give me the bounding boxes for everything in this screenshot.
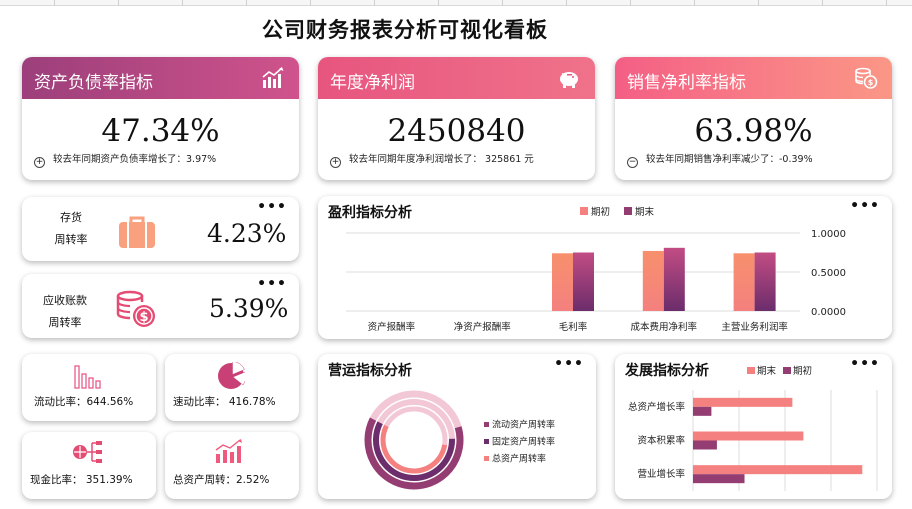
legend-label: 流动资产周转率 xyxy=(492,419,555,431)
plus-circle-icon: + xyxy=(330,157,341,168)
x-tick-label: 成本费用净利率 xyxy=(631,321,698,333)
y-tick-label: 营业增长率 xyxy=(637,468,685,480)
piggy-bank-icon xyxy=(560,72,578,88)
growth-chart-card[interactable]: 发展指标分析 ••• 总资产增长率 资本积累率 营业增长率 期末 期初 xyxy=(615,354,892,499)
kpi-title: 资产负债率指标 xyxy=(34,73,153,93)
kpi-header: 资产负债率指标 xyxy=(22,57,299,99)
bar-期末 xyxy=(663,247,685,311)
bar-期初 xyxy=(693,406,712,416)
ratio-label: 总资产周转：2.52% xyxy=(173,474,270,486)
legend-swatch xyxy=(783,367,791,374)
bar-期末 xyxy=(693,431,804,441)
x-tick-label: 主营业务利润率 xyxy=(721,321,788,333)
network-icon xyxy=(73,441,102,463)
ratio-card-quick[interactable]: 速动比率： 416.78% xyxy=(165,354,299,421)
operation-chart-card[interactable]: 营运指标分析 ••• 流动资产周转率 固定资产周转率 总资产周转率 xyxy=(318,354,596,499)
kpi-note: + 较去年同期资产负债率增长了：3.97% xyxy=(34,151,216,168)
legend-label: 期初 xyxy=(591,206,610,218)
kpi-title: 年度净利润 xyxy=(330,73,415,93)
kpi-note-text: 较去年同期年度净利润增长了： 325861 元 xyxy=(349,154,534,165)
legend-label: 固定资产周转率 xyxy=(492,436,555,448)
turnover-label: 存货 周转率 xyxy=(42,207,100,251)
kpi-header: 年度净利润 xyxy=(318,57,595,99)
turnover-card-receivable[interactable]: ••• 应收账款 周转率 $ 5.39% xyxy=(22,274,299,338)
svg-text:$: $ xyxy=(868,78,874,87)
legend-label: 期初 xyxy=(793,365,812,377)
more-options-button[interactable]: ••• xyxy=(257,199,287,215)
x-tick-label: 资产报酬率 xyxy=(368,321,416,333)
kpi-note-text: 较去年同期资产负债率增长了：3.97% xyxy=(53,154,217,165)
turnover-label-line1: 存货 xyxy=(60,211,82,224)
kpi-header: 销售净利率指标 $ xyxy=(615,57,892,99)
turnover-value: 5.39% xyxy=(209,294,289,323)
bar-期初 xyxy=(693,440,717,450)
legend-label: 期末 xyxy=(757,365,777,377)
y-tick-label: 总资产增长率 xyxy=(628,401,686,413)
turnover-label: 应收账款 周转率 xyxy=(30,290,100,334)
kpi-card-net-profit[interactable]: 年度净利润 2450840 + 较去年同期年度净利润增长了： 325861 元 xyxy=(318,57,595,180)
kpi-note-text: 较去年同期销售净利率减少了：-0.39% xyxy=(646,154,813,165)
y-tick-label: 0.5000 xyxy=(811,268,846,279)
ratio-label: 现金比率： 351.39% xyxy=(30,474,133,486)
bar-growth-icon xyxy=(215,439,242,463)
ratio-label: 流动比率：644.56% xyxy=(34,396,134,408)
kpi-card-net-margin[interactable]: 销售净利率指标 $ 63.98% − 较去年同期销售净利率减少了：-0.39% xyxy=(615,57,892,180)
coin-stack-icon: $ xyxy=(855,67,878,89)
kpi-value: 63.98% xyxy=(694,113,813,149)
minus-circle-icon: − xyxy=(627,157,638,168)
bar-outline-icon xyxy=(74,365,101,389)
bar-期末 xyxy=(693,465,863,475)
legend-swatch xyxy=(484,456,489,461)
y-tick-label: 资本积累率 xyxy=(637,435,685,447)
ratio-card-cash[interactable]: 现金比率： 351.39% xyxy=(22,432,156,499)
bar-期末 xyxy=(693,397,793,407)
legend-swatch xyxy=(484,422,489,427)
turnover-label-line2: 周转率 xyxy=(48,316,82,329)
more-options-button[interactable]: ••• xyxy=(257,276,287,292)
turnover-label-line1: 应收账款 xyxy=(43,294,87,307)
legend-swatch xyxy=(484,439,489,444)
turnover-card-inventory[interactable]: ••• 存货 周转率 4.23% xyxy=(22,197,299,261)
x-tick-label: 毛利率 xyxy=(559,321,588,333)
bar-期初 xyxy=(733,253,755,311)
kpi-note: − 较去年同期销售净利率减少了：-0.39% xyxy=(627,151,813,168)
bar-期初 xyxy=(552,253,573,311)
operation-donut-chart: 流动资产周转率固定资产周转率总资产周转率 xyxy=(364,390,555,490)
ratio-label: 速动比率： 416.78% xyxy=(173,396,276,408)
growth-bar-chart: 总资产增长率资本积累率营业增长率 期末 期初 xyxy=(628,365,878,491)
plus-circle-icon: + xyxy=(34,157,45,168)
pie-icon xyxy=(218,362,245,389)
legend-label: 总资产周转率 xyxy=(492,453,546,465)
kpi-note: + 较去年同期年度净利润增长了： 325861 元 xyxy=(330,151,534,168)
bar-期末 xyxy=(754,252,776,311)
legend-swatch xyxy=(624,207,632,215)
kpi-card-debt-ratio[interactable]: 资产负债率指标 47.34% + 较去年同期资产负债率增长了：3.97% xyxy=(22,57,299,180)
legend-label: 期末 xyxy=(635,206,655,218)
page-title: 公司财务报表分析可视化看板 xyxy=(262,18,548,42)
profit-bar-chart: 1.0000 0.5000 0.0000 资产报酬率 净资产报酬率 毛利率 成本费用净利率 主… xyxy=(346,206,846,333)
bar-期初 xyxy=(642,250,664,311)
legend-swatch xyxy=(580,207,588,215)
kpi-value: 47.34% xyxy=(101,113,220,149)
svg-text:$: $ xyxy=(139,310,148,325)
ratio-card-asset-turnover[interactable]: 总资产周转：2.52% xyxy=(165,432,299,499)
profit-chart-card[interactable]: 盈利指标分析 ••• 1.0000 0.5000 0.0000 资产报酬率 净资产报酬率… xyxy=(318,196,892,339)
coin-dollar-icon: $ xyxy=(116,290,155,327)
bar-chart-up-icon xyxy=(262,67,284,88)
spreadsheet-grid-strip xyxy=(0,0,912,6)
turnover-label-line2: 周转率 xyxy=(54,233,88,246)
y-tick-label: 0.0000 xyxy=(811,307,846,318)
ratio-card-current[interactable]: 流动比率：644.56% xyxy=(22,354,156,421)
kpi-title: 销售净利率指标 xyxy=(627,73,746,93)
donut-ring-2 xyxy=(380,424,448,474)
bar-期末 xyxy=(573,252,594,311)
briefcase-icon xyxy=(119,216,155,248)
bar-期初 xyxy=(693,474,745,484)
kpi-value: 2450840 xyxy=(387,113,526,149)
y-tick-label: 1.0000 xyxy=(811,229,846,240)
x-tick-label: 净资产报酬率 xyxy=(454,321,512,333)
turnover-value: 4.23% xyxy=(207,219,287,248)
legend-swatch xyxy=(747,367,755,374)
